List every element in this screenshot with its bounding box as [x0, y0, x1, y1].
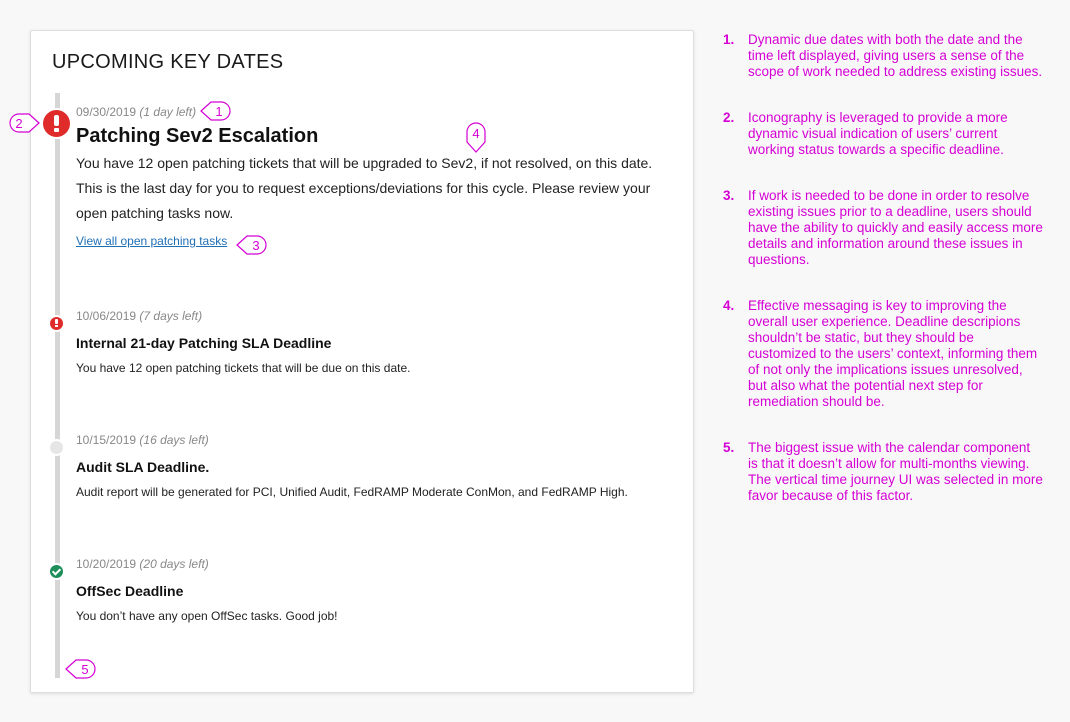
days-left: (16 days left): [139, 433, 209, 447]
callout-marker-3: 3: [236, 235, 267, 255]
event-title: Audit SLA Deadline.: [76, 459, 210, 475]
card-title: UPCOMING KEY DATES: [52, 51, 284, 73]
note-text: The biggest issue with the calendar comp…: [748, 440, 1043, 503]
event-date: 10/06/2019 (7 days left): [76, 309, 676, 323]
days-left: (20 days left): [139, 557, 209, 571]
svg-text:1: 1: [215, 104, 222, 119]
event-title: Patching Sev2 Escalation: [76, 125, 319, 147]
timeline-event: 10/06/2019 (7 days left) Internal 21-day…: [76, 309, 676, 376]
date-value: 10/06/2019: [76, 309, 137, 323]
annotation-note: 4. Effective messaging is key to improvi…: [723, 298, 1043, 410]
pending-dot-icon: [50, 441, 63, 454]
note-number: 2.: [723, 110, 735, 125]
note-text: Dynamic due dates with both the date and…: [748, 32, 1043, 79]
callout-marker-2: 2: [9, 113, 40, 133]
svg-text:5: 5: [81, 662, 88, 677]
event-date: 10/20/2019 (20 days left): [76, 557, 676, 571]
annotation-note: 1. Dynamic due dates with both the date …: [723, 32, 1043, 80]
event-title: Internal 21-day Patching SLA Deadline: [76, 335, 332, 351]
date-value: 09/30/2019: [76, 105, 137, 119]
callout-marker-5: 5: [65, 659, 96, 679]
event-description: You have 12 open patching tickets that w…: [76, 155, 653, 221]
timeline-event: 09/30/2019 (1 day left) Patching Sev2 Es…: [76, 105, 676, 250]
date-value: 10/15/2019: [76, 433, 137, 447]
alert-icon: [50, 317, 63, 330]
timeline-event: 10/20/2019 (20 days left) OffSec Deadlin…: [76, 557, 676, 624]
days-left: (7 days left): [139, 309, 203, 323]
key-dates-card: UPCOMING KEY DATES 09/30/2019 (1 day lef…: [30, 30, 694, 693]
note-text: Effective messaging is key to improving …: [748, 298, 1038, 409]
annotation-note: 5. The biggest issue with the calendar c…: [723, 440, 1043, 504]
callout-marker-1: 1: [200, 101, 231, 121]
view-patching-tasks-link[interactable]: View all open patching tasks: [76, 234, 227, 248]
alert-icon: [43, 110, 70, 137]
check-icon: [50, 565, 63, 578]
svg-text:3: 3: [252, 238, 259, 253]
note-number: 5.: [723, 440, 735, 455]
event-date: 09/30/2019 (1 day left): [76, 105, 676, 119]
annotation-notes: 1. Dynamic due dates with both the date …: [723, 32, 1043, 504]
date-value: 10/20/2019: [76, 557, 137, 571]
svg-text:4: 4: [472, 126, 479, 141]
event-date: 10/15/2019 (16 days left): [76, 433, 676, 447]
note-text: If work is needed to be done in order to…: [748, 188, 1043, 267]
callout-marker-4: 4: [466, 122, 486, 153]
event-description: You have 12 open patching tickets that w…: [76, 361, 411, 375]
event-title: OffSec Deadline: [76, 583, 184, 599]
event-description: You don’t have any open OffSec tasks. Go…: [76, 609, 338, 623]
annotation-note: 3. If work is needed to be done in order…: [723, 188, 1043, 268]
note-number: 4.: [723, 298, 735, 313]
event-description: Audit report will be generated for PCI, …: [76, 485, 628, 499]
timeline-line: [55, 93, 60, 678]
note-text: Iconography is leveraged to provide a mo…: [748, 110, 1008, 157]
days-left: (1 day left): [139, 105, 197, 119]
note-number: 1.: [723, 32, 735, 47]
svg-text:2: 2: [15, 116, 22, 131]
timeline-event: 10/15/2019 (16 days left) Audit SLA Dead…: [76, 433, 676, 500]
annotation-note: 2. Iconography is leveraged to provide a…: [723, 110, 1043, 158]
note-number: 3.: [723, 188, 735, 203]
